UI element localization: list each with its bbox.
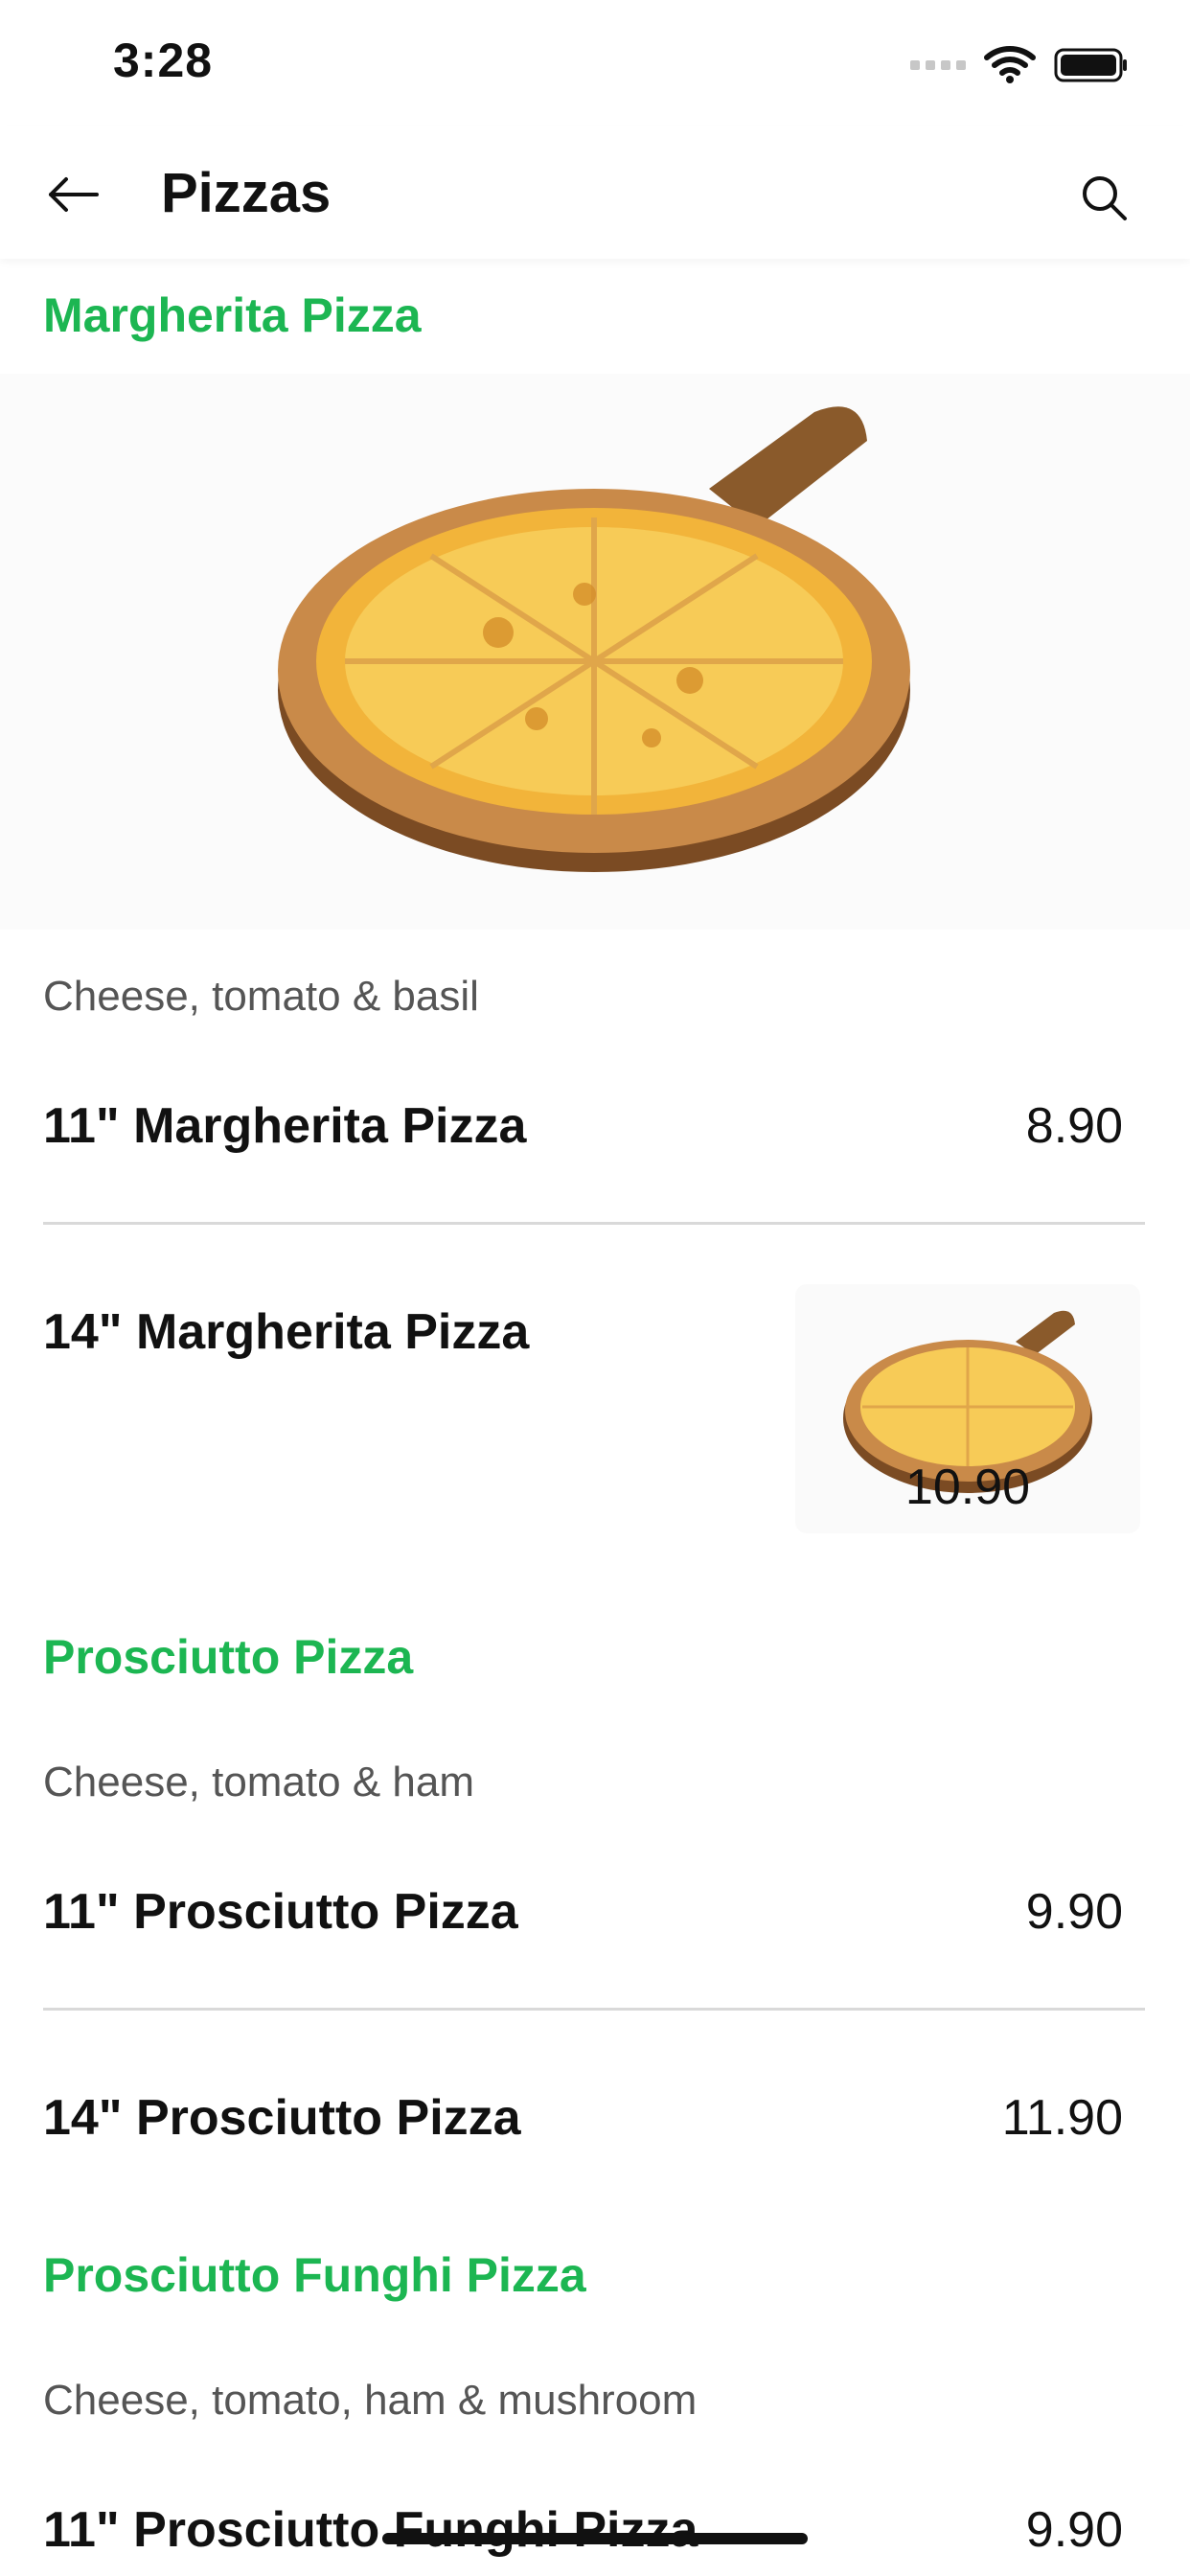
home-indicator: [382, 2533, 808, 2544]
arrow-left-icon: [49, 177, 99, 212]
section-description-margherita: Cheese, tomato & basil: [43, 973, 479, 1020]
section-title-margherita: Margherita Pizza: [43, 288, 422, 342]
menu-content: Margherita Pizza Cheese, tomato & basil …: [0, 259, 1190, 2576]
menu-item-price-11-margherita: 8.90: [1025, 1098, 1123, 1154]
search-icon: [1083, 176, 1127, 220]
menu-item-name-11-prosciutto-funghi[interactable]: 11" Prosciutto Funghi Pizza: [43, 2501, 698, 2559]
cellular-signal-icon: [910, 60, 966, 70]
section-description-prosciutto: Cheese, tomato & ham: [43, 1759, 475, 1806]
menu-item-price-14-margherita: 10.90: [904, 1460, 1031, 1515]
menu-item-name-14-margherita[interactable]: 14" Margherita Pizza: [43, 1303, 529, 1361]
page-title: Pizzas: [161, 162, 332, 224]
divider: [43, 1222, 1145, 1225]
menu-item-price-11-prosciutto: 9.90: [1025, 1884, 1123, 1940]
menu-item-name-11-margherita[interactable]: 11" Margherita Pizza: [43, 1097, 526, 1155]
menu-item-name-14-prosciutto[interactable]: 14" Prosciutto Pizza: [43, 2089, 521, 2147]
margherita-pizza-image[interactable]: [0, 374, 1190, 930]
pizza-image: [278, 406, 910, 872]
status-time: 3:28: [113, 34, 214, 87]
status-icons: [910, 46, 1129, 84]
status-bar: 3:28: [0, 0, 1190, 126]
menu-item-price-14-prosciutto: 11.90: [1001, 2090, 1123, 2146]
section-description-prosciutto-funghi: Cheese, tomato, ham & mushroom: [43, 2377, 698, 2424]
section-title-prosciutto: Prosciutto Pizza: [43, 1630, 414, 1684]
back-button[interactable]: [40, 161, 107, 228]
menu-item-name-11-prosciutto[interactable]: 11" Prosciutto Pizza: [43, 1883, 518, 1941]
section-title-prosciutto-funghi: Prosciutto Funghi Pizza: [43, 2248, 586, 2302]
search-button[interactable]: [1067, 161, 1140, 234]
wifi-icon: [984, 46, 1036, 83]
battery-icon: [1054, 48, 1127, 82]
app-header: Pizzas: [0, 126, 1190, 259]
menu-item-price-11-prosciutto-funghi: 9.90: [1025, 2502, 1123, 2558]
divider: [43, 2008, 1145, 2011]
menu-item-thumbnail-14-margherita[interactable]: 10.90: [795, 1284, 1140, 1533]
